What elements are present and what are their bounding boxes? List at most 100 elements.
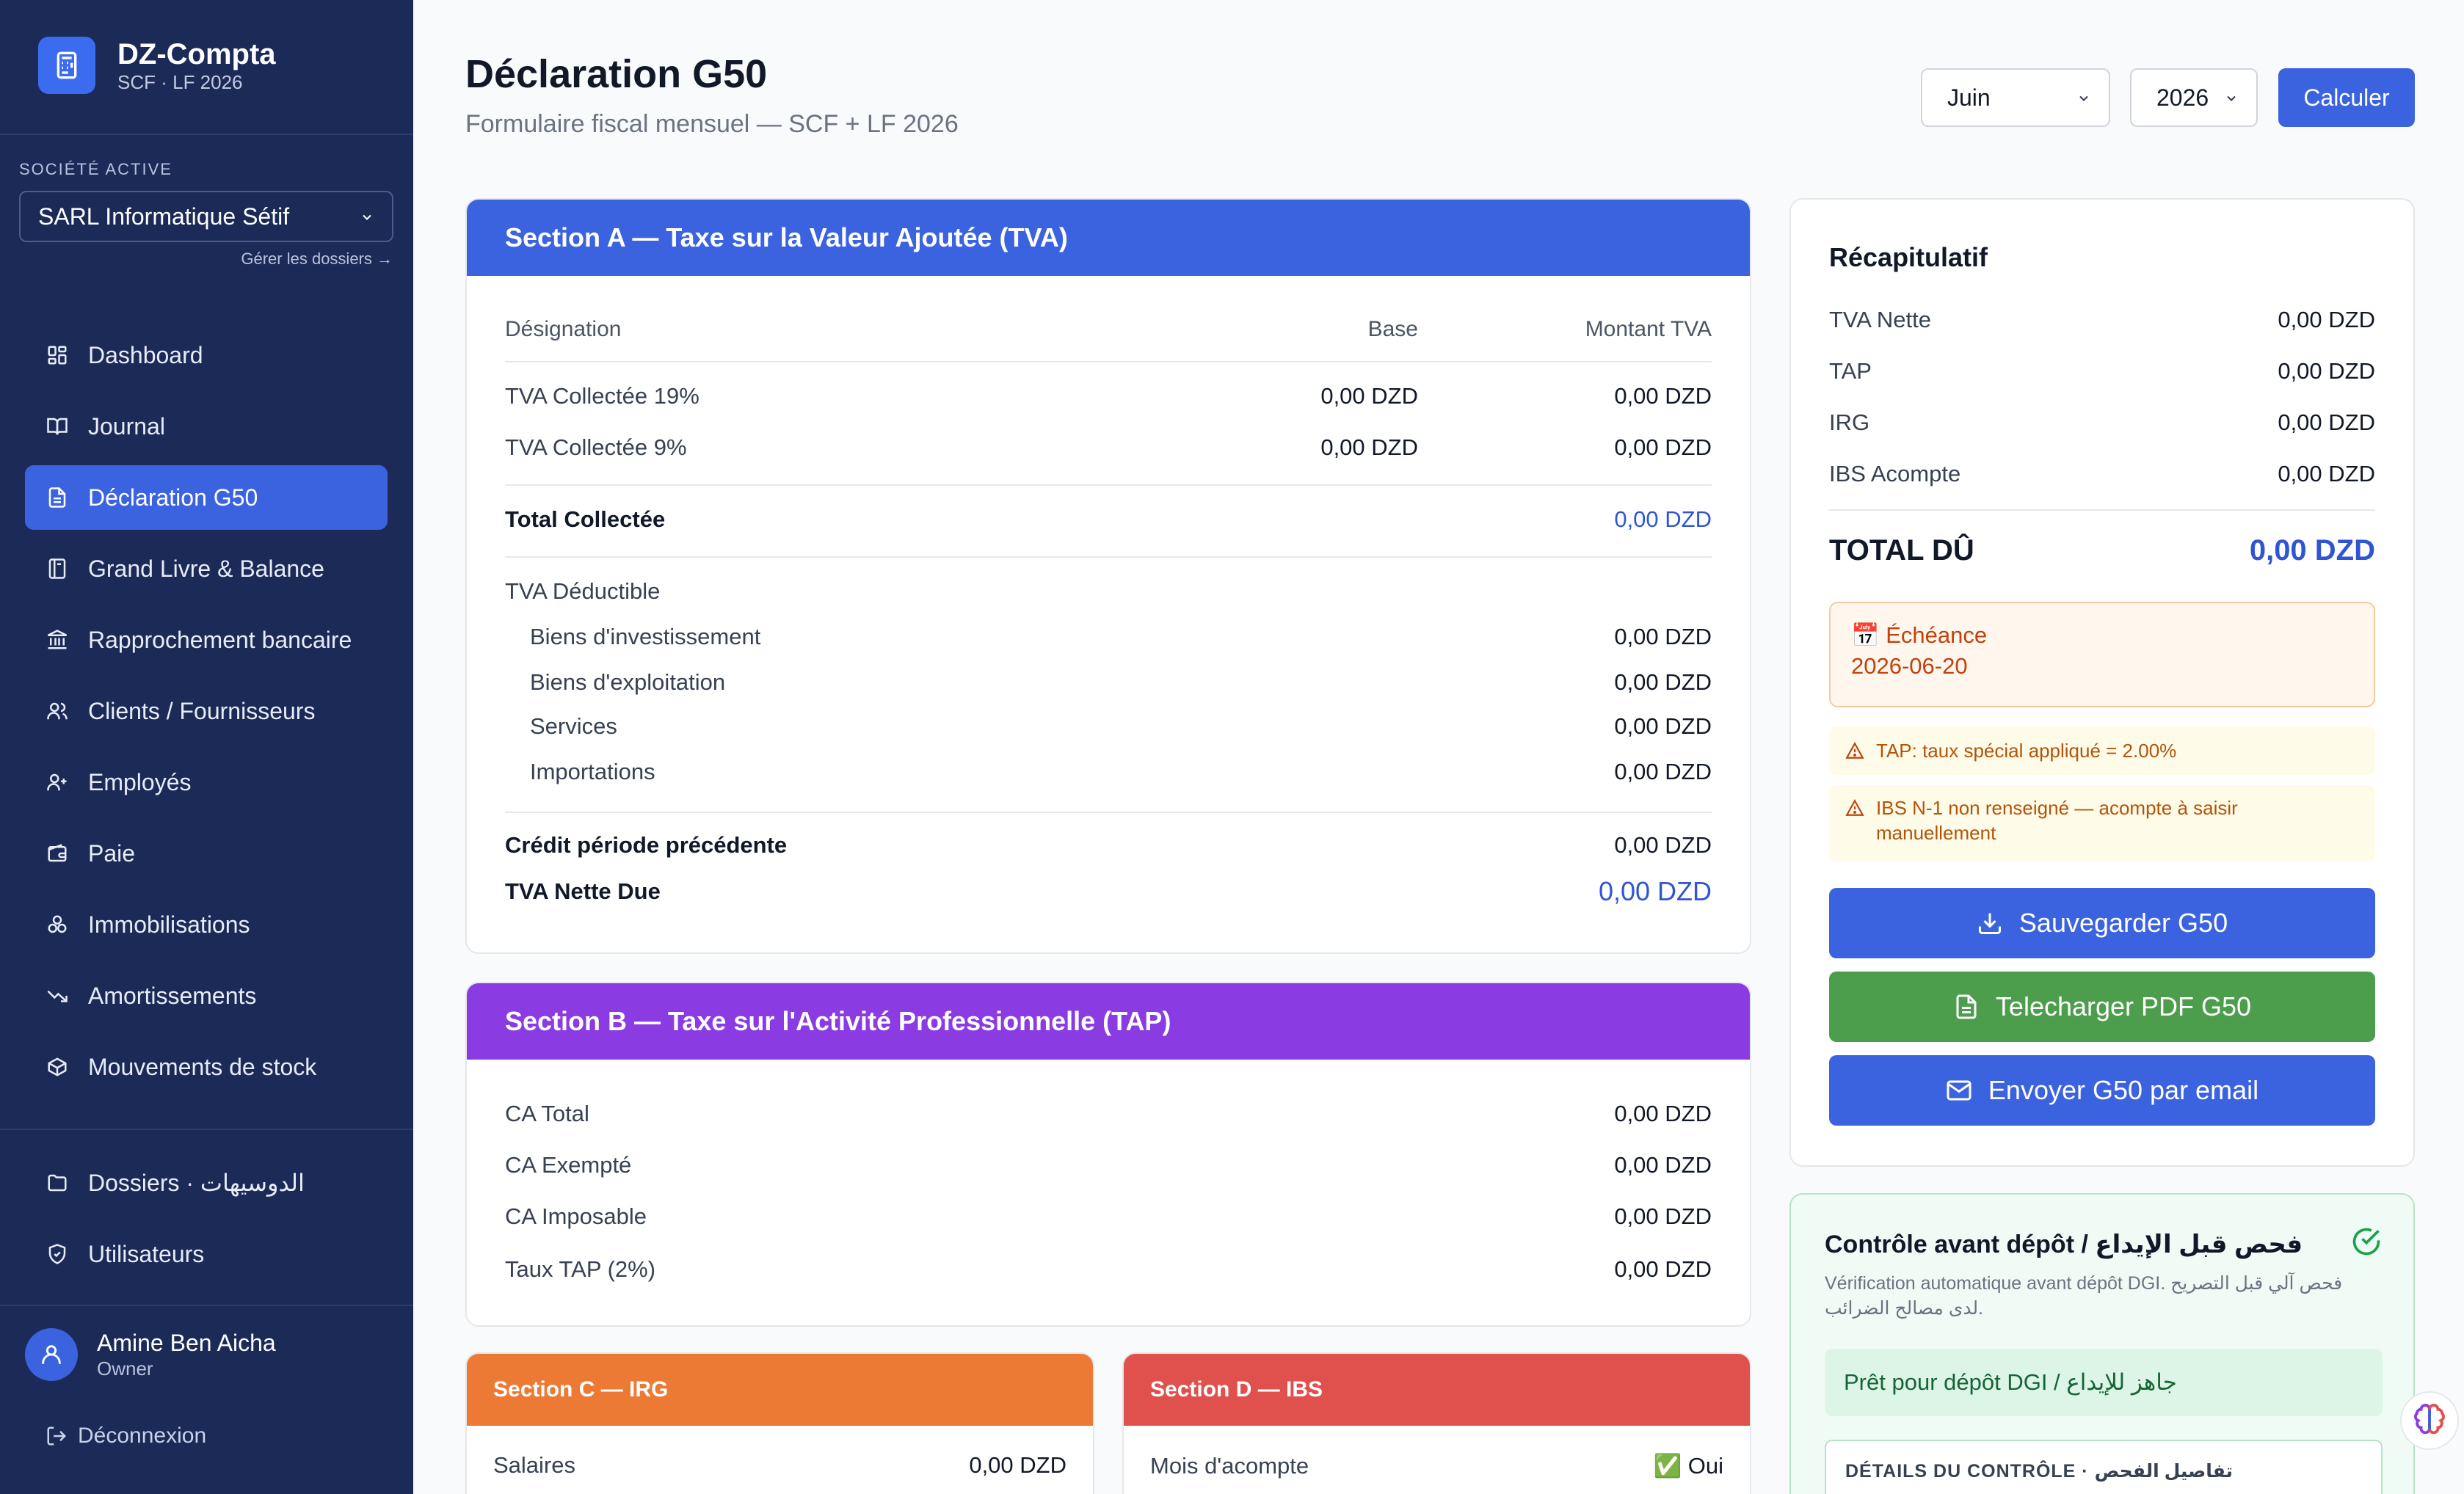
row-label: Mois d'acompte [1150, 1452, 1309, 1479]
total-label: TOTAL DÛ [1829, 534, 1974, 566]
download-pdf-button[interactable]: Telecharger PDF G50 [1829, 972, 2375, 1042]
col-base: Base [1367, 317, 1418, 341]
nav-item-employes[interactable]: Employés [25, 750, 388, 815]
nav-item-immobilisations[interactable]: Immobilisations [25, 892, 388, 957]
bank-icon [46, 628, 69, 652]
section-c-irg: Section C — IRG Salaires 0,00 DZD [465, 1352, 1094, 1494]
company-select-value: SARL Informatique Sétif [38, 203, 290, 230]
summary-card: Récapitulatif TVA Nette 0,00 DZD TAP 0,0… [1789, 198, 2415, 1167]
divider [0, 134, 413, 135]
control-description: Vérification automatique avant dépôt DGI… [1825, 1273, 2343, 1319]
table-header: Désignation Base Montant TVA [505, 317, 1712, 342]
app-subtitle: SCF · LF 2026 [117, 71, 243, 93]
nav-item-clients-fournisseurs[interactable]: Clients / Fournisseurs [25, 679, 388, 743]
button-label: Sauvegarder G50 [2018, 908, 2228, 938]
section-c-title: Section C — IRG [467, 1354, 1093, 1426]
row-label: TVA Nette [1829, 307, 1931, 332]
nav-item-dossiers[interactable]: Dossiers · الدوسيهات [25, 1151, 388, 1215]
divider [505, 484, 1712, 486]
save-g50-button[interactable]: Sauvegarder G50 [1829, 888, 2375, 958]
warning-ibs: IBS N-1 non renseigné — acompte à saisir… [1829, 785, 2375, 861]
app-name: DZ-Compta [117, 38, 276, 70]
divider [505, 556, 1712, 558]
user-name: Amine Ben Aicha [97, 1330, 276, 1356]
month-select[interactable]: Juin [1921, 68, 2110, 127]
wallet-icon [46, 842, 69, 865]
section-a-tva: Section A — Taxe sur la Valeur Ajoutée (… [465, 198, 1751, 954]
row-label: IRG [1829, 409, 1870, 435]
total-due-row: TOTAL DÛ 0,00 DZD [1829, 534, 2375, 567]
table-row: Services 0,00 DZD [530, 713, 1712, 740]
nav-item-dashboard[interactable]: Dashboard [25, 323, 388, 387]
company-select[interactable]: SARL Informatique Sétif [19, 191, 393, 242]
download-icon [1978, 913, 2001, 934]
row-label: Total Collectée [505, 506, 666, 532]
total-collected-row: Total Collectée 0,00 DZD [505, 506, 1712, 533]
brain-icon [2414, 1404, 2445, 1435]
nav-item-mouvements-stock[interactable]: Mouvements de stock [25, 1035, 388, 1099]
email-g50-button[interactable]: Envoyer G50 par email [1829, 1055, 2375, 1126]
deductible-title: TVA Déductible [505, 578, 1712, 605]
nav-item-amortissements[interactable]: Amortissements [25, 963, 388, 1028]
brand[interactable]: DZ-Compta SCF · LF 2026 [38, 37, 276, 94]
summary-title: Récapitulatif [1829, 242, 1988, 272]
year-select-value: 2026 [2156, 84, 2209, 111]
nav-item-journal[interactable]: Journal [25, 394, 388, 459]
chevron-down-icon [2224, 84, 2239, 112]
nav-item-paie[interactable]: Paie [25, 821, 388, 886]
table-row: Biens d'investissement 0,00 DZD [530, 624, 1712, 650]
control-card: Contrôle avant dépôt / فحص قبل الإيداع V… [1789, 1193, 2415, 1494]
manage-folders-link[interactable]: Gérer les dossiers → [241, 249, 393, 269]
dashboard-icon [46, 343, 69, 367]
control-details-label: DÉTAILS DU CONTRÔLE · تفاصيل الفحص [1845, 1461, 2234, 1482]
col-designation: Désignation [505, 317, 622, 341]
row-amount: 0,00 DZD [1614, 759, 1712, 784]
nav-item-grand-livre[interactable]: Grand Livre & Balance [25, 536, 388, 601]
row-label: TAP [1829, 358, 1872, 384]
warning-text: TAP: taux spécial appliqué = 2.00% [1876, 740, 2177, 762]
summary-row: IBS Acompte 0,00 DZD [1829, 461, 2375, 487]
logout-icon [46, 1425, 68, 1447]
nav-item-utilisateurs[interactable]: Utilisateurs [25, 1222, 388, 1286]
nav-item-declaration-g50[interactable]: Déclaration G50 [25, 465, 388, 530]
section-d-ibs: Section D — IBS Mois d'acompte ✅ Oui [1122, 1352, 1751, 1494]
nav-item-label: Journal [88, 412, 165, 440]
row-amount: 0,00 DZD [1614, 434, 1712, 460]
nav-item-label: Amortissements [88, 982, 257, 1009]
control-details-toggle[interactable]: DÉTAILS DU CONTRÔLE · تفاصيل الفحص [1825, 1440, 2383, 1494]
assistant-button[interactable] [2400, 1391, 2459, 1450]
calculate-button[interactable]: Calculer [2278, 68, 2415, 127]
net-due-row: TVA Nette Due 0,00 DZD [505, 876, 1712, 907]
table-row: Salaires 0,00 DZD [493, 1452, 1066, 1479]
nav-item-label: Déclaration G50 [88, 484, 258, 511]
nav-item-label: Grand Livre & Balance [88, 555, 324, 582]
assets-icon [46, 913, 69, 936]
row-label: TVA Collectée 9% [505, 434, 687, 460]
warning-tap: TAP: taux spécial appliqué = 2.00% [1829, 726, 2375, 775]
row-amount: 0,00 DZD [1598, 876, 1712, 906]
chevron-down-icon [2076, 84, 2091, 112]
nav-item-rapprochement[interactable]: Rapprochement bancaire [25, 608, 388, 672]
row-amount: 0,00 DZD [1614, 669, 1712, 695]
warning-icon [1845, 795, 1864, 851]
deadline-date: 2026-06-20 [1851, 653, 1968, 679]
main-nav: Dashboard Journal Déclaration G50 Grand … [25, 323, 388, 1106]
user-profile[interactable]: Amine Ben Aicha Owner [25, 1328, 276, 1381]
table-row: CA Total 0,00 DZD [505, 1101, 1712, 1127]
table-row: Biens d'exploitation 0,00 DZD [530, 669, 1712, 696]
avatar [25, 1328, 78, 1381]
chevron-down-icon [360, 203, 374, 230]
mail-icon [1947, 1080, 1971, 1101]
row-label: CA Exempté [505, 1152, 632, 1178]
row-label: Services [530, 713, 617, 739]
table-row: TVA Collectée 19% 0,00 DZD 0,00 DZD [505, 383, 1712, 409]
divider [505, 361, 1712, 362]
nav-item-label: Employés [88, 768, 192, 795]
logout-button[interactable]: Déconnexion [46, 1424, 206, 1449]
row-label: Salaires [493, 1452, 575, 1478]
year-select[interactable]: 2026 [2130, 68, 2258, 127]
nav-item-label: Clients / Fournisseurs [88, 697, 316, 724]
row-base: 0,00 DZD [1320, 434, 1418, 460]
divider [1829, 509, 2375, 511]
summary-row: TAP 0,00 DZD [1829, 358, 2375, 385]
